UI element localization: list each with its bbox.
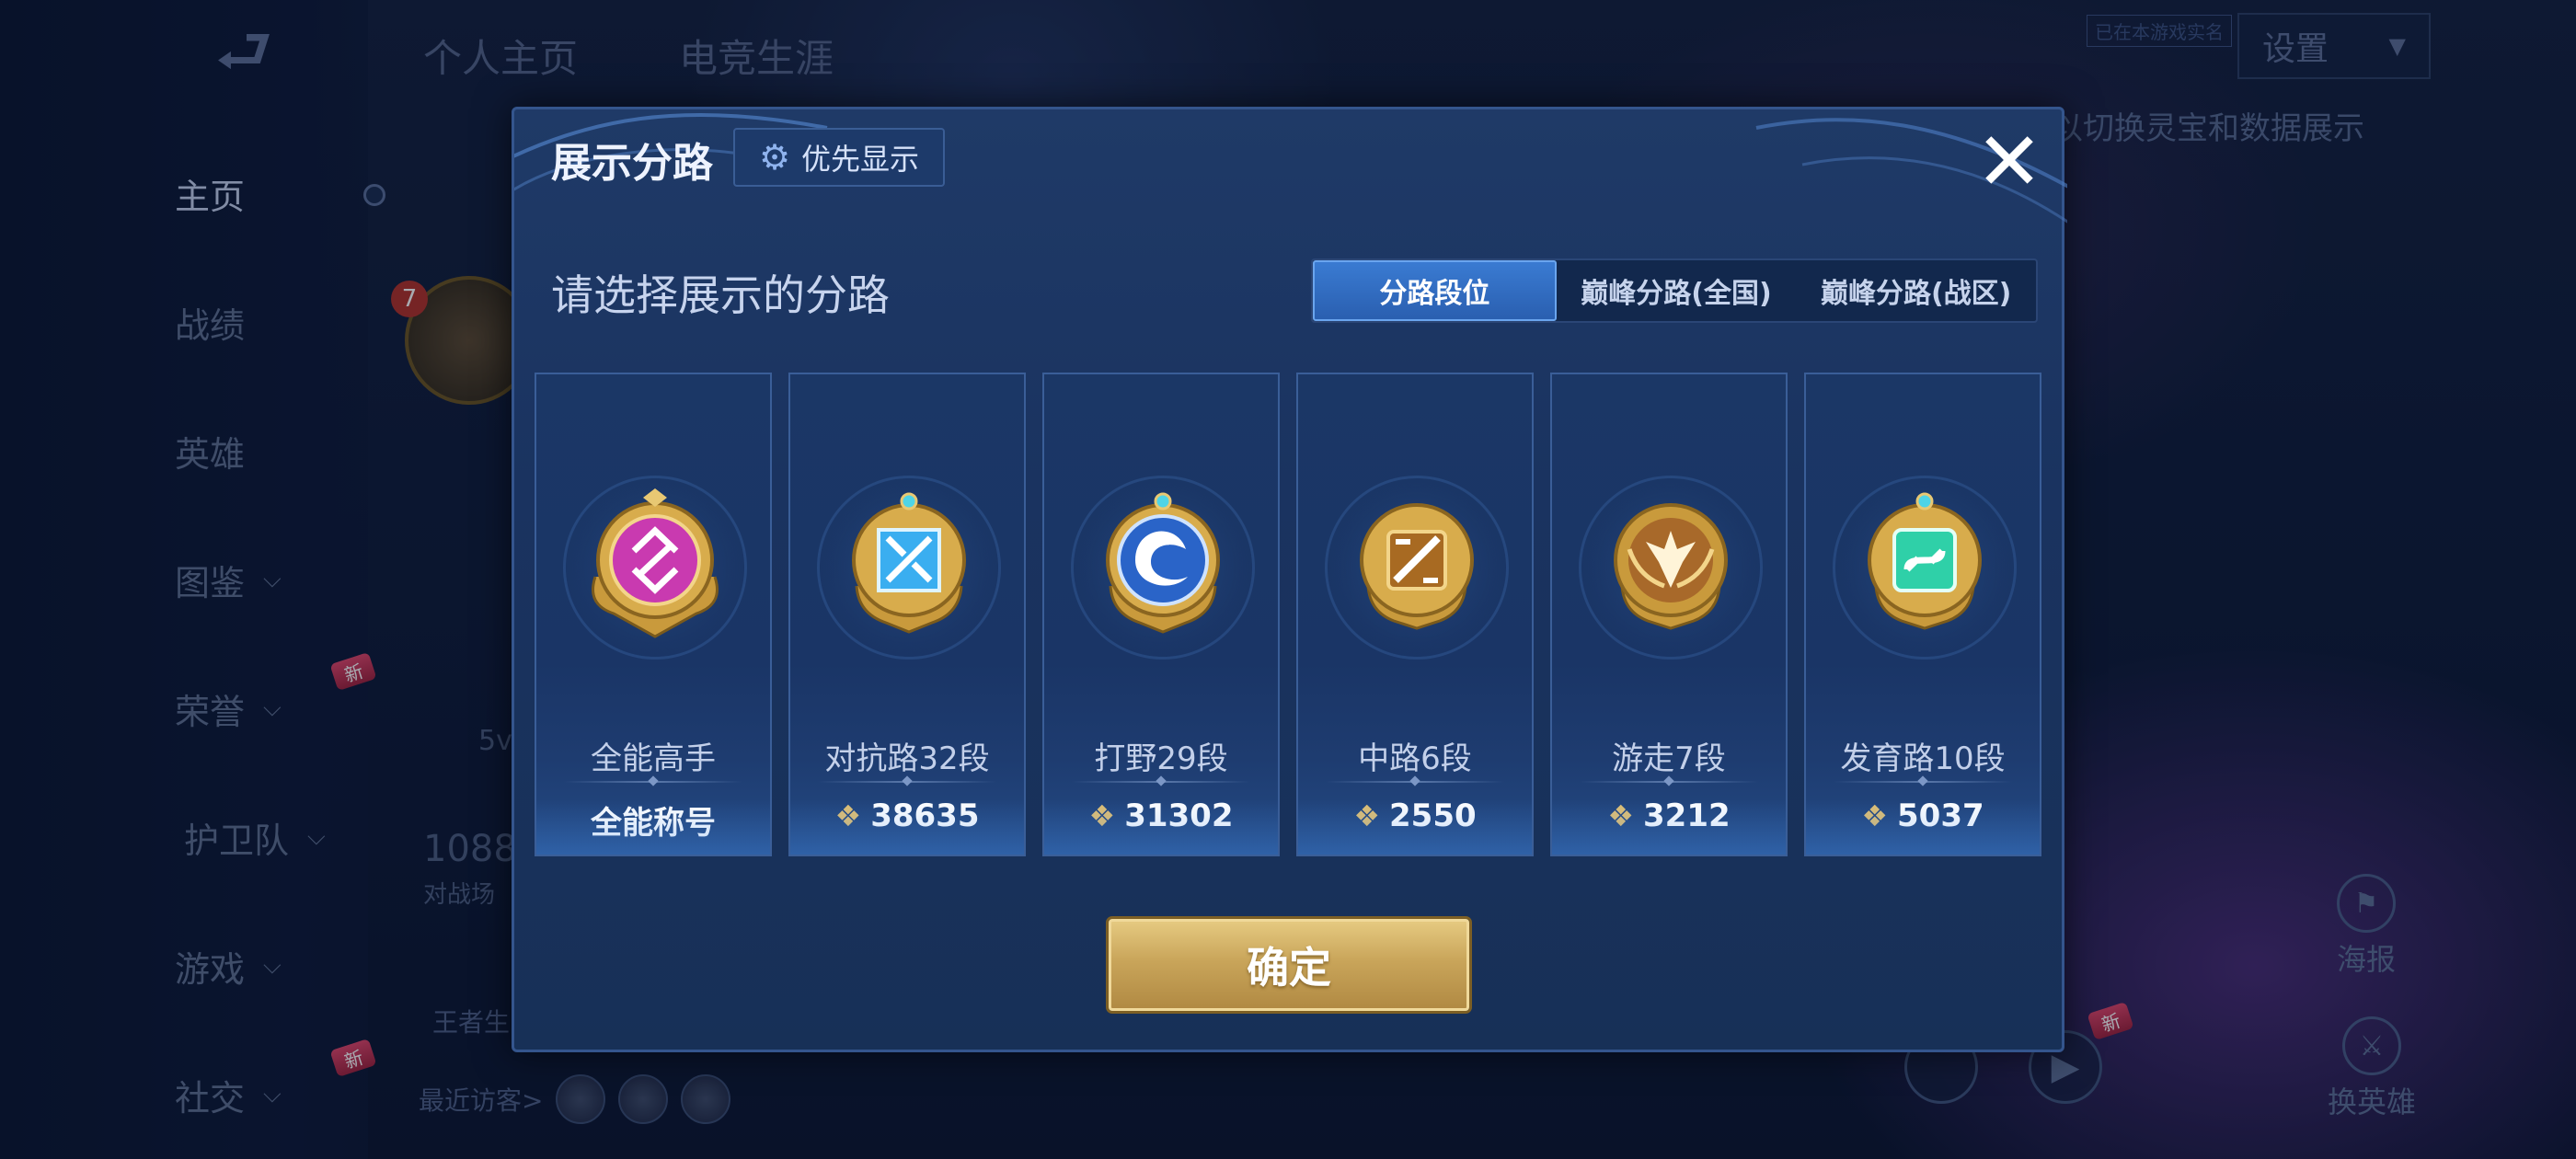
divider bbox=[1834, 781, 2012, 783]
lane-name: 发育路10段 bbox=[1840, 740, 2006, 777]
lane-card-mid[interactable]: 中路6段 ❖ 2550 bbox=[1296, 373, 1534, 856]
lane-score-value: 3212 bbox=[1643, 798, 1731, 834]
lane-score: 全能称号 bbox=[536, 798, 770, 843]
tab-peak-region[interactable]: 巅峰分路(战区) bbox=[1796, 260, 2036, 321]
lane-card-all-round[interactable]: 全能高手 全能称号 bbox=[535, 373, 772, 856]
divider bbox=[1326, 781, 1504, 783]
lane-name: 打野29段 bbox=[1094, 740, 1228, 777]
lane-score: ❖ 2550 bbox=[1298, 798, 1532, 834]
points-diamond-icon: ❖ bbox=[1861, 798, 1889, 833]
jungle-badge-icon bbox=[1106, 492, 1220, 634]
dialog-subtitle: 请选择展示的分路 bbox=[551, 270, 890, 320]
all-round-badge-icon bbox=[592, 488, 719, 638]
divider bbox=[1580, 781, 1758, 783]
priority-display-button[interactable]: ⚙ 优先显示 bbox=[733, 128, 945, 187]
points-diamond-icon: ❖ bbox=[1353, 798, 1381, 833]
tab-lane-rank[interactable]: 分路段位 bbox=[1313, 260, 1557, 321]
gear-icon: ⚙ bbox=[758, 137, 791, 178]
lane-card-clash[interactable]: 对抗路32段 ❖ 38635 bbox=[788, 373, 1026, 856]
lane-score-value: 38635 bbox=[870, 798, 980, 834]
lane-score-value: 2550 bbox=[1389, 798, 1477, 834]
lane-name: 全能高手 bbox=[591, 740, 716, 777]
divider bbox=[564, 781, 742, 783]
divider bbox=[1072, 781, 1250, 783]
tab-peak-national[interactable]: 巅峰分路(全国) bbox=[1557, 260, 1797, 321]
points-diamond-icon: ❖ bbox=[1607, 798, 1635, 833]
roam-badge-icon bbox=[1614, 503, 1728, 630]
lane-score: ❖ 3212 bbox=[1552, 798, 1786, 834]
lane-cards: 全能高手 全能称号 对抗路32段 ❖ 38635 打野29段 ❖ 31302 中… bbox=[535, 373, 2049, 858]
farm-lane-badge-icon bbox=[1868, 492, 1982, 630]
lane-display-dialog: 展示分路 ⚙ 优先显示 ✕ 请选择展示的分路 分路段位 巅峰分路(全国) 巅峰分… bbox=[512, 107, 2067, 1052]
close-icon[interactable]: ✕ bbox=[1968, 120, 2051, 203]
points-diamond-icon: ❖ bbox=[1088, 798, 1116, 833]
lane-score-value: 31302 bbox=[1124, 798, 1234, 834]
lane-name: 中路6段 bbox=[1358, 740, 1472, 777]
divider bbox=[818, 781, 996, 783]
lane-score: ❖ 5037 bbox=[1806, 798, 2040, 834]
clash-lane-badge-icon bbox=[852, 492, 966, 634]
confirm-button[interactable]: 确定 bbox=[1109, 919, 1469, 1011]
mid-lane-badge-icon bbox=[1360, 503, 1474, 630]
lane-score-value: 全能称号 bbox=[591, 805, 716, 842]
rank-type-tabs: 分路段位 巅峰分路(全国) 巅峰分路(战区) bbox=[1311, 258, 2038, 323]
lane-name: 对抗路32段 bbox=[824, 740, 990, 777]
lane-score: ❖ 31302 bbox=[1044, 798, 1278, 834]
lane-card-roam[interactable]: 游走7段 ❖ 3212 bbox=[1550, 373, 1788, 856]
points-diamond-icon: ❖ bbox=[834, 798, 862, 833]
priority-display-label: 优先显示 bbox=[801, 142, 920, 177]
lane-name: 游走7段 bbox=[1612, 740, 1726, 777]
lane-score-value: 5037 bbox=[1897, 798, 1984, 834]
lane-score: ❖ 38635 bbox=[790, 798, 1024, 834]
lane-card-jungle[interactable]: 打野29段 ❖ 31302 bbox=[1042, 373, 1280, 856]
dialog-title: 展示分路 bbox=[551, 140, 713, 187]
lane-card-farm[interactable]: 发育路10段 ❖ 5037 bbox=[1804, 373, 2041, 856]
